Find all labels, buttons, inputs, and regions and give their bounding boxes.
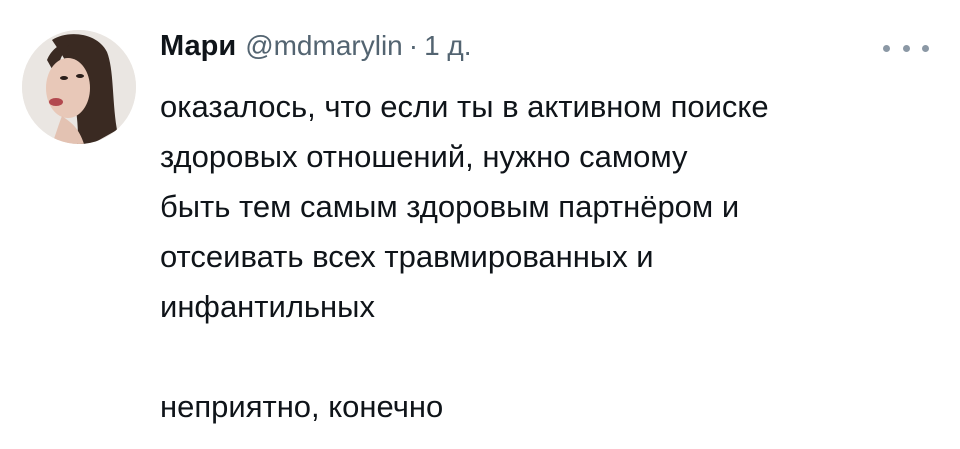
more-dot [883, 44, 890, 52]
tweet-text-line: отсеивать всех травмированных и [160, 239, 654, 274]
tweet-text-line: быть тем самым здоровым партнёром и [160, 189, 740, 224]
tweet-text: оказалось, что если ты в активном поиске… [160, 82, 940, 432]
more-options-icon[interactable] [883, 38, 929, 58]
tweet-card[interactable]: Мари @mdmarylin · 1 д. оказалось, что ес… [0, 0, 960, 449]
tweet-text-line: здоровых отношений, нужно самому [160, 139, 688, 174]
tweet-text-line: оказалось, что если ты в активном поиске [160, 89, 769, 124]
timestamp[interactable]: 1 д. [424, 30, 471, 62]
tweet-header: Мари @mdmarylin · 1 д. [160, 30, 472, 70]
separator-dot: · [408, 30, 419, 61]
more-dot [902, 44, 910, 52]
author-handle[interactable]: @mdmarylin [245, 30, 403, 62]
avatar-image [22, 30, 136, 144]
more-dot [922, 44, 929, 52]
avatar[interactable] [22, 30, 136, 144]
tweet-text-blank-line [160, 332, 940, 382]
author-name[interactable]: Мари [160, 30, 236, 63]
tweet-text-line: неприятно, конечно [160, 389, 444, 424]
tweet-text-line: инфантильных [160, 289, 375, 324]
